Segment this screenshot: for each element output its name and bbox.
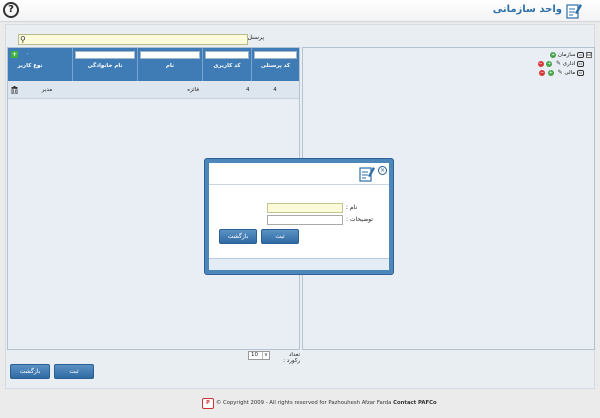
- tree-item-finance[interactable]: ▭ مالی ✎ + −: [538, 69, 584, 77]
- back-button[interactable]: بازگشت: [10, 364, 50, 379]
- col-header-family: نام خانوادگی: [87, 63, 123, 69]
- search-icon[interactable]: ⚲: [20, 35, 26, 45]
- edit-unit-dialog: × نام : توضیحات : بازگشت ثبت: [204, 158, 394, 275]
- filter-personnel-code-input[interactable]: [254, 51, 297, 59]
- col-header-role: نوع کاربر: [17, 63, 43, 69]
- tree-item-root[interactable]: ⊟ ▭ سازمان +: [549, 51, 592, 59]
- add-icon[interactable]: +: [546, 61, 553, 67]
- delete-icon[interactable]: −: [539, 70, 546, 76]
- add-icon[interactable]: +: [547, 70, 554, 76]
- add-row-icon[interactable]: +: [11, 51, 18, 58]
- col-header-personnel-code: کد پرسنلی: [260, 63, 291, 69]
- delete-icon[interactable]: −: [537, 61, 544, 67]
- record-count-label: تعداد رکورد :: [283, 352, 300, 364]
- tree-item-admin[interactable]: ▭ اداری ✎ + −: [537, 60, 584, 68]
- help-icon[interactable]: ?: [3, 2, 19, 18]
- cell-family: [72, 81, 137, 99]
- grid-col-family[interactable]: نام خانوادگی: [72, 48, 137, 81]
- dialog-form: نام : توضیحات : بازگشت ثبت: [209, 185, 389, 259]
- collapse-icon[interactable]: ⊟: [586, 52, 592, 58]
- grid-col-name[interactable]: نام: [137, 48, 202, 81]
- edit-document-icon: [566, 4, 582, 19]
- grid-col-role[interactable]: + ۰ نوع کاربر: [8, 48, 52, 81]
- filter-user-code-input[interactable]: [205, 51, 249, 59]
- filter-family-input[interactable]: [75, 51, 135, 59]
- filter-name-input[interactable]: [140, 51, 200, 59]
- table-row[interactable]: مدیر فائزه 4 4: [8, 81, 299, 99]
- dialog-body: × نام : توضیحات : بازگشت ثبت: [209, 163, 389, 270]
- grid-count: ۰: [26, 51, 29, 57]
- contact-link[interactable]: Contact PAFCo: [393, 400, 437, 406]
- dialog-back-button[interactable]: بازگشت: [219, 229, 257, 244]
- grid-col-personnel-code[interactable]: کد پرسنلی: [251, 48, 299, 81]
- name-label: نام :: [346, 204, 358, 211]
- org-icon: ▭: [577, 70, 584, 76]
- edit-document-icon: [359, 167, 375, 182]
- cell-personnel-code: 4: [273, 87, 277, 93]
- copyright-text: © Copyright 2009 - All rights reserved f…: [216, 400, 437, 406]
- top-bar: ? واحد سازمانی: [0, 0, 600, 22]
- tree-item-label: مالی: [564, 70, 576, 76]
- copyright-notice: © Copyright 2009 - All rights reserved f…: [216, 400, 392, 406]
- tree-item-label: سازمان: [557, 52, 576, 58]
- org-icon: ▭: [577, 52, 585, 58]
- tree-item-label: اداری: [562, 61, 576, 67]
- pager: 10 v تعداد رکورد :: [6, 351, 300, 364]
- footer: P © Copyright 2009 - All rights reserved…: [0, 395, 600, 411]
- cell-name: فائزه: [187, 87, 199, 93]
- org-icon: ▭: [577, 61, 584, 67]
- trash-icon[interactable]: [11, 86, 18, 94]
- description-label: توضیحات :: [346, 216, 373, 223]
- description-field[interactable]: [267, 215, 343, 225]
- company-logo: P: [202, 398, 214, 409]
- close-icon[interactable]: ×: [378, 166, 387, 175]
- dialog-footer: [209, 258, 389, 270]
- submit-button[interactable]: ثبت: [54, 364, 94, 379]
- name-field[interactable]: [267, 203, 343, 213]
- grid-col-user-code[interactable]: کد کاربری: [202, 48, 251, 81]
- page-size-value: 10: [251, 352, 258, 358]
- cell-role: مدیر: [41, 87, 53, 93]
- page-size-select[interactable]: 10 v: [248, 351, 270, 360]
- dialog-header: ×: [209, 163, 389, 185]
- grid-header: + ۰ نوع کاربر نام خانوادگی نام کد کاربری…: [8, 48, 299, 81]
- col-header-user-code: کد کاربری: [213, 63, 241, 69]
- dialog-submit-button[interactable]: ثبت: [261, 229, 299, 244]
- personnel-search-input[interactable]: ⚲: [18, 34, 248, 45]
- edit-icon[interactable]: ✎: [556, 70, 563, 76]
- page-title: واحد سازمانی: [492, 4, 562, 15]
- col-header-name: نام: [165, 63, 175, 69]
- chevron-down-icon[interactable]: v: [262, 352, 269, 359]
- add-icon[interactable]: +: [550, 52, 557, 58]
- cell-user-code: 4: [246, 87, 250, 93]
- edit-icon[interactable]: ✎: [554, 61, 561, 67]
